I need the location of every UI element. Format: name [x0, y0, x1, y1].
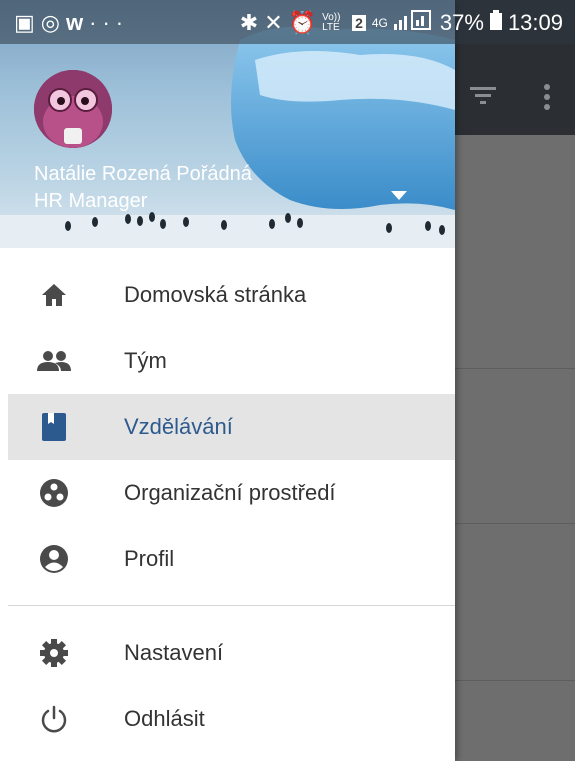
- content-row-divider: [455, 523, 575, 524]
- menu-item-team[interactable]: Tým: [8, 328, 455, 394]
- menu-item-profile[interactable]: Profil: [8, 526, 455, 592]
- menu-item-learning[interactable]: Vzdělávání: [8, 394, 455, 460]
- overflow-menu-icon[interactable]: [543, 84, 551, 115]
- navigation-drawer: Natálie Rozená Pořádná HR Manager Domovs…: [0, 0, 455, 761]
- w-app-icon: w: [66, 10, 90, 35]
- people-icon: [34, 341, 74, 381]
- bluetooth-icon: ✱: [239, 10, 259, 35]
- menu-item-org[interactable]: Organizační prostředí: [8, 460, 455, 526]
- status-right-icons: ✱ ✕ ⏰ Vo)) LTE 2 4G 37% 13:09: [240, 10, 563, 36]
- clock-sync-icon: ◎: [40, 10, 66, 35]
- menu-item-label: Tým: [124, 348, 167, 373]
- status-bar: ▣◎w··· ✱ ✕ ⏰ Vo)) LTE 2 4G 37% 13:09: [0, 0, 575, 44]
- menu-item-label: Organizační prostředí: [124, 480, 336, 505]
- mute-icon: ✕: [264, 10, 283, 35]
- status-left-icons: ▣◎w···: [14, 10, 129, 36]
- signal-icon: [393, 10, 434, 36]
- sim2-icon: 2: [352, 15, 366, 31]
- menu-item-home[interactable]: Domovská stránka: [8, 262, 455, 328]
- avatar[interactable]: [34, 70, 112, 148]
- alarm-icon: ⏰: [288, 10, 317, 35]
- volte-icon: Vo)) LTE: [322, 12, 341, 33]
- menu-item-logout[interactable]: Odhlásit: [8, 686, 455, 752]
- menu-item-label: Odhlásit: [124, 706, 205, 731]
- menu-item-label: Vzdělávání: [124, 414, 233, 439]
- gallery-icon: ▣: [14, 10, 41, 35]
- org-icon: [34, 473, 74, 513]
- home-icon: [34, 275, 74, 315]
- book-icon: [34, 407, 74, 447]
- menu-item-label: Nastavení: [124, 640, 224, 665]
- battery-icon: [489, 10, 502, 36]
- menu-divider: [8, 605, 455, 606]
- menu-item-settings[interactable]: Nastavení: [8, 620, 455, 686]
- power-icon: [34, 699, 74, 739]
- chevron-down-icon[interactable]: [391, 188, 407, 204]
- content-row-divider: [455, 680, 575, 681]
- settings-icon: [34, 633, 74, 673]
- clock: 13:09: [507, 10, 563, 35]
- user-name: Natálie Rozená Pořádná: [34, 163, 252, 185]
- 4g-icon: 4G: [371, 16, 388, 30]
- menu-item-label: Profil: [124, 546, 175, 571]
- user-role: HR Manager: [34, 190, 148, 212]
- profile-icon: [34, 539, 74, 579]
- filter-icon[interactable]: [470, 84, 496, 111]
- more-dots-icon: ···: [89, 10, 130, 35]
- content-row-divider: [455, 368, 575, 369]
- menu-item-label: Domovská stránka: [124, 282, 307, 307]
- battery-text: 37%: [439, 10, 484, 35]
